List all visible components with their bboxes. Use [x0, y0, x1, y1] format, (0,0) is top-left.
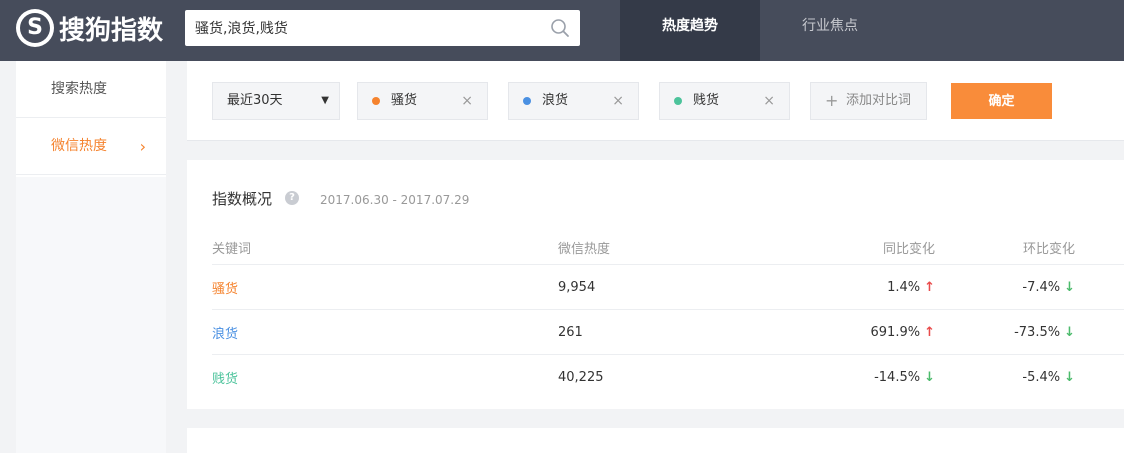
close-icon[interactable]: ×: [461, 83, 473, 119]
keyword-chip[interactable]: 浪货 ×: [508, 82, 639, 120]
keyword-chip[interactable]: 贱货 ×: [659, 82, 790, 120]
sidebar-item-label: 微信热度: [51, 138, 107, 154]
wechat-heat-value: 40,225: [558, 370, 604, 385]
mom-change: -73.5% ↓: [962, 310, 1075, 354]
sidebar-empty-area: [16, 177, 166, 453]
arrow-up-icon: ↑: [924, 279, 935, 295]
logo-text: 搜狗指数: [59, 15, 164, 46]
yoy-change: -14.5% ↓: [762, 355, 935, 400]
index-overview-card: 指数概况 ? 2017.06.30 - 2017.07.29 关键词 微信热度 …: [187, 160, 1124, 409]
arrow-down-icon: ↓: [924, 370, 935, 385]
search-icon[interactable]: [550, 18, 570, 38]
yoy-value: 1.4%: [887, 279, 921, 295]
keyword-link[interactable]: 贱货: [212, 355, 238, 400]
table-row: 骚货 9,954 1.4% ↑ -7.4% ↓: [212, 265, 1124, 310]
wechat-heat-value: 261: [558, 324, 583, 340]
help-icon[interactable]: ?: [285, 191, 299, 205]
sogou-logo-icon: S: [16, 9, 54, 47]
keyword-color-dot: [674, 97, 682, 105]
plus-icon: +: [825, 91, 839, 110]
tab-industry-focus[interactable]: 行业焦点: [760, 0, 900, 61]
mom-change: -5.4% ↓: [962, 355, 1075, 400]
tab-heat-trend[interactable]: 热度趋势: [620, 0, 760, 61]
sidebar-item-label: 搜索热度: [51, 81, 107, 97]
top-navbar: S 搜狗指数 热度趋势 行业焦点: [0, 0, 1124, 61]
confirm-button[interactable]: 确定: [951, 83, 1052, 119]
mom-value: -73.5%: [1014, 324, 1061, 340]
sidebar-item-search-heat[interactable]: 搜索热度: [16, 61, 166, 118]
keyword-chip[interactable]: 骚货 ×: [357, 82, 488, 120]
yoy-value: 691.9%: [870, 324, 921, 340]
table-header: 关键词 微信热度 同比变化 环比变化: [212, 230, 1124, 265]
mom-change: -7.4% ↓: [962, 265, 1075, 309]
keyword-color-dot: [372, 97, 380, 105]
keyword-link[interactable]: 浪货: [212, 310, 238, 354]
sidebar: 搜索热度 微信热度 ›: [16, 61, 166, 453]
chevron-right-icon: ›: [139, 137, 146, 156]
column-header-mom: 环比变化: [1022, 242, 1075, 257]
sogou-index-logo[interactable]: S 搜狗指数: [16, 8, 163, 48]
keyword-label: 骚货: [391, 93, 418, 108]
keyword-color-dot: [523, 97, 531, 105]
add-compare-keyword-button[interactable]: + 添加对比词: [810, 82, 927, 120]
column-header-wechat-heat: 微信热度: [558, 242, 611, 257]
arrow-up-icon: ↑: [924, 324, 935, 340]
close-icon[interactable]: ×: [763, 83, 775, 119]
close-icon[interactable]: ×: [612, 83, 624, 119]
arrow-down-icon: ↓: [1064, 370, 1075, 385]
date-range-select[interactable]: 最近30天 ▼: [212, 82, 340, 120]
keyword-label: 浪货: [542, 93, 569, 108]
caret-down-icon: ▼: [321, 95, 329, 106]
sidebar-item-wechat-heat[interactable]: 微信热度 ›: [16, 118, 166, 175]
table-row: 浪货 261 691.9% ↑ -73.5% ↓: [212, 310, 1124, 355]
arrow-down-icon: ↓: [1064, 279, 1075, 295]
arrow-down-icon: ↓: [1064, 324, 1075, 340]
yoy-change: 1.4% ↑: [762, 265, 935, 309]
date-range-label: 最近30天: [227, 93, 283, 108]
column-header-yoy: 同比变化: [882, 242, 935, 257]
keyword-label: 贱货: [693, 93, 720, 108]
next-card: [187, 428, 1124, 453]
date-range-text: 2017.06.30 - 2017.07.29: [320, 193, 470, 207]
table-row: 贱货 40,225 -14.5% ↓ -5.4% ↓: [212, 355, 1124, 400]
section-title: 指数概况: [212, 190, 273, 208]
wechat-heat-value: 9,954: [558, 279, 596, 295]
yoy-value: -14.5%: [874, 370, 921, 385]
keyword-link[interactable]: 骚货: [212, 265, 238, 309]
search-input[interactable]: [195, 10, 535, 46]
search-box: [185, 10, 580, 46]
keyword-panel: 最近30天 ▼ 骚货 × 浪货 × 贱货 × + 添加对比词 确定: [187, 61, 1124, 141]
yoy-change: 691.9% ↑: [762, 310, 935, 354]
add-compare-label: 添加对比词: [846, 93, 912, 108]
column-header-keyword: 关键词: [212, 242, 252, 257]
mom-value: -7.4%: [1022, 279, 1061, 295]
mom-value: -5.4%: [1022, 370, 1061, 385]
